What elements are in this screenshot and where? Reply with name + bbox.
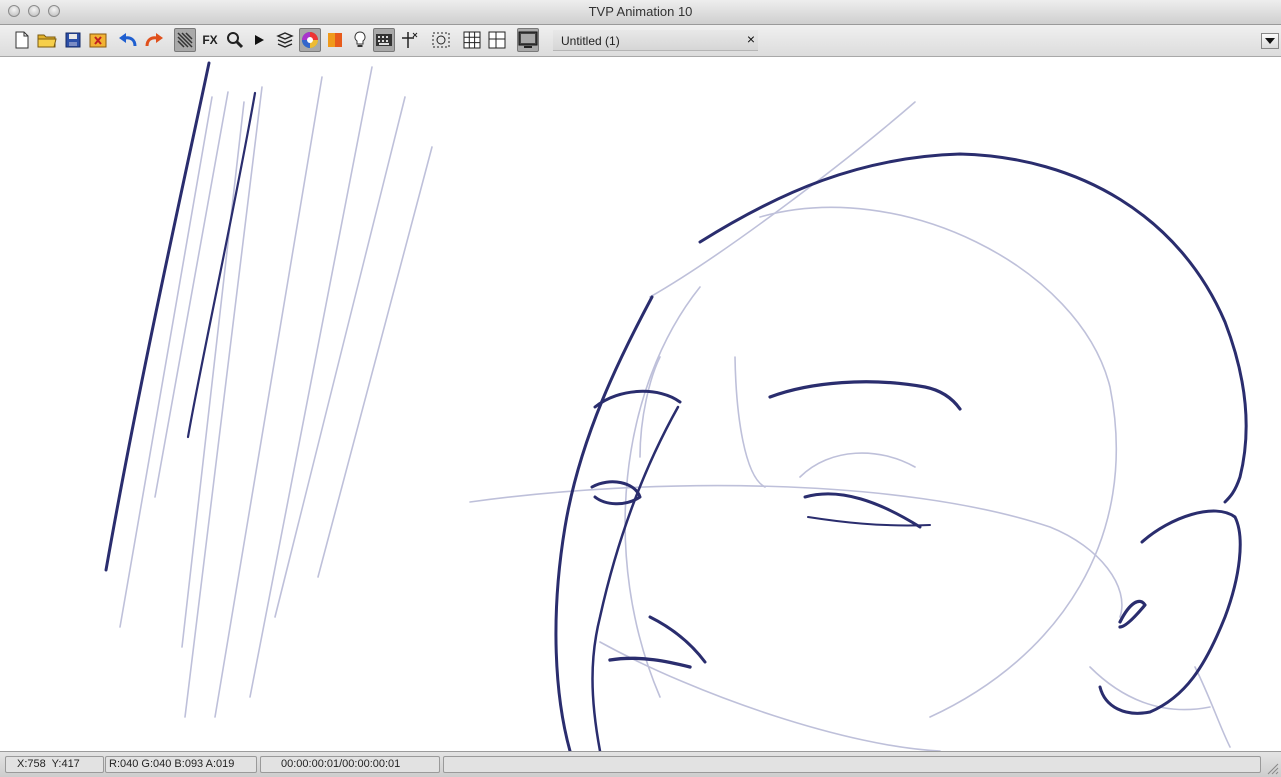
tab-untitled[interactable]: Untitled (1) × xyxy=(553,30,758,51)
guides-button[interactable] xyxy=(399,28,421,52)
save-button[interactable] xyxy=(62,28,84,52)
keyboard-icon xyxy=(376,34,392,46)
keyboard-button[interactable] xyxy=(373,28,395,52)
chevron-down-icon xyxy=(1265,38,1275,44)
new-document-icon xyxy=(15,31,29,49)
status-message xyxy=(443,756,1261,773)
close-project-button[interactable] xyxy=(87,28,109,52)
display-button[interactable] xyxy=(517,28,539,52)
grid-button[interactable] xyxy=(461,28,483,52)
monitor-icon xyxy=(518,31,538,48)
timecode: 00:00:00:01/00:00:00:01 xyxy=(260,756,440,773)
zoom-button[interactable] xyxy=(224,28,246,52)
play-icon xyxy=(255,35,264,45)
light-table-button[interactable] xyxy=(174,28,196,52)
layers-icon xyxy=(276,32,294,48)
main-toolbar: FX Untitled (1) × xyxy=(0,25,1281,57)
undo-icon xyxy=(119,33,137,47)
light-table-icon xyxy=(177,32,193,48)
color-panel-button[interactable] xyxy=(299,28,321,52)
redo-button[interactable] xyxy=(143,28,165,52)
color-wheel-icon xyxy=(302,32,318,48)
tab-close-icon[interactable]: × xyxy=(747,32,755,46)
play-button[interactable] xyxy=(248,28,270,52)
layout-icon xyxy=(488,31,506,49)
undo-button[interactable] xyxy=(117,28,139,52)
grid-icon xyxy=(463,31,481,49)
layout-button[interactable] xyxy=(486,28,508,52)
hint-button[interactable] xyxy=(349,28,371,52)
palette-button[interactable] xyxy=(324,28,346,52)
resize-grip-icon[interactable] xyxy=(1267,763,1279,775)
fx-icon: FX xyxy=(202,33,218,47)
guides-icon xyxy=(402,32,418,48)
title-bar: TVP Animation 10 xyxy=(0,0,1281,25)
mask-button[interactable] xyxy=(430,28,452,52)
open-button[interactable] xyxy=(36,28,58,52)
drawing-canvas[interactable] xyxy=(0,57,1281,751)
mask-icon xyxy=(432,32,450,48)
layers-button[interactable] xyxy=(274,28,296,52)
status-bar: X:758 Y:417 R:040 G:040 B:093 A:019 00:0… xyxy=(0,751,1281,777)
fx-button[interactable]: FX xyxy=(199,28,221,52)
sketch-drawing xyxy=(104,61,1248,751)
color-readout: R:040 G:040 B:093 A:019 xyxy=(105,756,257,773)
magnifier-icon xyxy=(227,32,244,49)
redo-icon xyxy=(145,33,163,47)
tabs-dropdown-button[interactable] xyxy=(1261,33,1279,49)
open-folder-icon xyxy=(37,34,57,48)
palette-icon xyxy=(328,33,342,47)
save-disk-icon xyxy=(65,32,81,48)
window-title: TVP Animation 10 xyxy=(588,4,693,19)
close-project-icon xyxy=(89,33,107,48)
cursor-coords: X:758 Y:417 xyxy=(5,756,104,773)
tab-label: Untitled (1) xyxy=(561,34,620,48)
lightbulb-icon xyxy=(354,31,366,47)
new-document-button[interactable] xyxy=(11,28,33,52)
